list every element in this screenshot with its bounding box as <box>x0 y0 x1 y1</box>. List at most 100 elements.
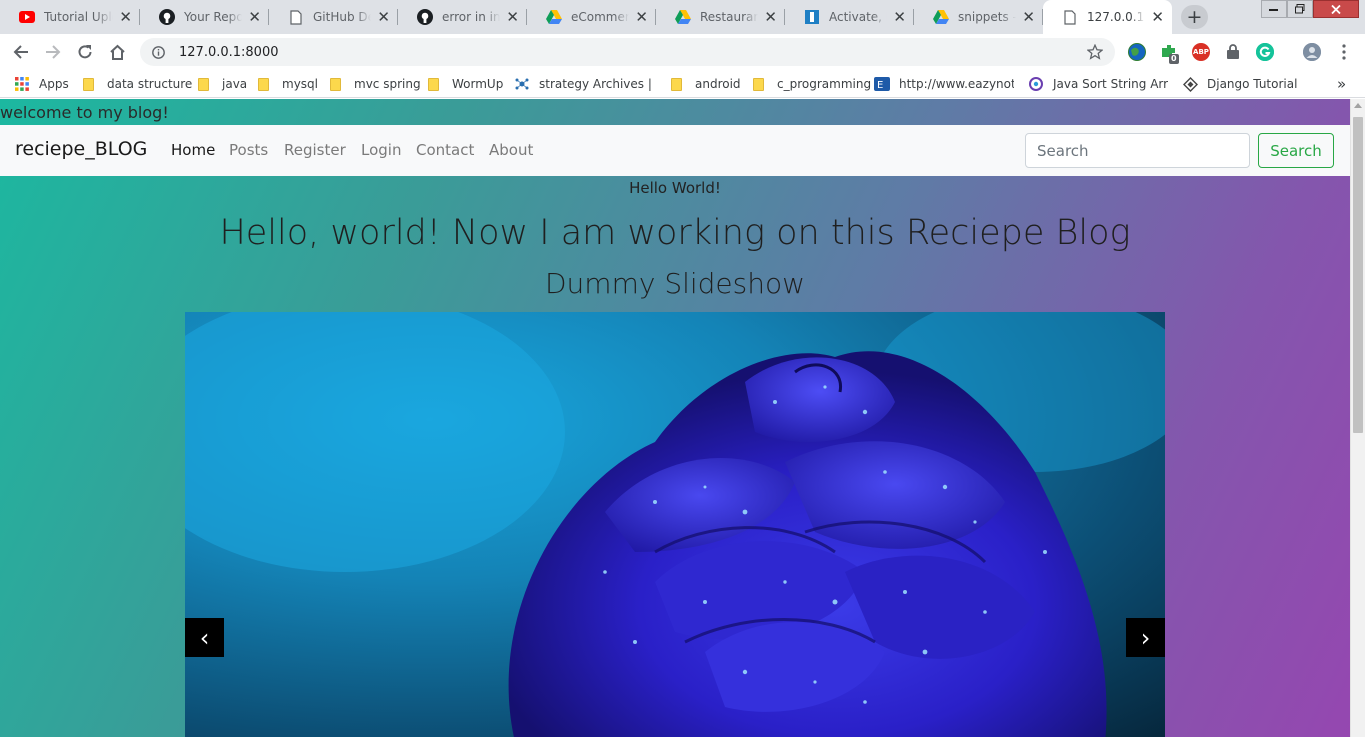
close-tab-icon[interactable]: ✕ <box>248 9 261 25</box>
tab-title: Tutorial Uploading <box>44 10 113 24</box>
globe-extension-icon[interactable] <box>1128 43 1146 61</box>
apps-grid-icon <box>14 76 30 92</box>
address-text: 127.0.0.1:8000 <box>179 44 279 60</box>
bookmarks-overflow-button[interactable]: » <box>1337 75 1346 93</box>
maximize-window-button[interactable] <box>1287 0 1313 18</box>
scrollbar-thumb[interactable] <box>1353 117 1363 433</box>
site-navbar: reciepe_BLOG Home Posts Register Login C… <box>0 125 1350 176</box>
site-icon <box>1028 76 1044 92</box>
bookmark-label: Java Sort String Array <box>1053 77 1168 91</box>
close-tab-icon[interactable]: ✕ <box>1151 9 1164 25</box>
nav-link-home[interactable]: Home <box>171 141 215 159</box>
puzzle-extension-icon[interactable]: 0 <box>1160 43 1179 64</box>
navbar-brand[interactable]: reciepe_BLOG <box>15 138 147 160</box>
profile-avatar-icon[interactable] <box>1303 43 1321 61</box>
close-tab-icon[interactable]: ✕ <box>119 9 132 25</box>
bookmark-label: java <box>222 77 248 91</box>
bookmark-label: Apps <box>39 77 69 91</box>
browser-tab-strip: Tutorial Uploading ✕ Your Repositories ✕… <box>0 0 1365 34</box>
document-icon <box>1062 9 1078 25</box>
browser-tab[interactable]: snippets - G ✕ <box>914 0 1043 34</box>
menu-kebab-icon[interactable] <box>1335 43 1353 61</box>
info-icon[interactable] <box>152 45 165 59</box>
bookmark-folder[interactable]: android <box>671 75 741 93</box>
nav-link-posts[interactable]: Posts <box>229 141 268 159</box>
search-button[interactable]: Search <box>1258 133 1334 168</box>
address-bar[interactable]: 127.0.0.1:8000 <box>140 38 1115 66</box>
folder-icon <box>671 77 682 91</box>
bookmark-star-icon[interactable] <box>1087 44 1103 60</box>
folder-icon <box>753 77 764 91</box>
scroll-up-arrow-icon[interactable] <box>1354 103 1362 108</box>
bookmark-label: data structure <box>107 77 193 91</box>
hello-text: Hello World! <box>629 179 721 197</box>
bookmark-folder[interactable]: mvc spring <box>330 75 421 93</box>
browser-tab[interactable]: Tutorial Uploading ✕ <box>0 0 140 34</box>
site-icon <box>514 76 530 92</box>
bookmark-folder[interactable]: data structure <box>83 75 192 93</box>
tab-title: snippets - G <box>958 10 1016 24</box>
nav-link-register[interactable]: Register <box>284 141 346 159</box>
youtube-icon <box>19 9 35 25</box>
carousel-image-rose <box>185 312 1165 737</box>
site-icon: E <box>874 76 890 92</box>
close-tab-icon[interactable]: ✕ <box>635 9 648 25</box>
reload-button[interactable] <box>73 40 97 64</box>
carousel-next-button[interactable]: › <box>1126 618 1165 657</box>
bookmark-label: mvc spring <box>354 77 421 91</box>
page-viewport: welcome to my blog! reciepe_BLOG Home Po… <box>0 99 1350 737</box>
tab-title: error in install <box>442 10 501 24</box>
nav-link-login[interactable]: Login <box>361 141 401 159</box>
home-button[interactable] <box>105 40 129 64</box>
page-scrollbar[interactable] <box>1350 99 1365 737</box>
bookmark-folder[interactable]: c_programming <box>753 75 871 93</box>
browser-tab[interactable]: Restaurant ✕ <box>656 0 785 34</box>
close-window-button[interactable] <box>1313 0 1359 18</box>
bookmark-label: android <box>695 77 741 91</box>
back-button[interactable] <box>9 40 33 64</box>
bookmark-label: strategy Archives | Ex <box>539 77 654 91</box>
bookmark-label: WormUp <box>452 77 504 91</box>
lock-extension-icon[interactable] <box>1224 43 1242 61</box>
folder-icon <box>258 77 269 91</box>
browser-tab[interactable]: eCommerce ✕ <box>527 0 656 34</box>
site-icon <box>804 9 820 25</box>
bookmark-folder[interactable]: WormUp <box>428 75 503 93</box>
bookmark-folder[interactable]: mysql <box>258 75 318 93</box>
reload-icon <box>78 45 92 59</box>
nav-link-contact[interactable]: Contact <box>416 141 474 159</box>
browser-tab[interactable]: GitHub Desktop ✕ <box>269 0 398 34</box>
close-tab-icon[interactable]: ✕ <box>506 9 519 25</box>
search-input[interactable] <box>1025 133 1250 168</box>
close-tab-icon[interactable]: ✕ <box>764 9 777 25</box>
browser-tab[interactable]: error in install ✕ <box>398 0 527 34</box>
grammarly-icon[interactable] <box>1256 43 1274 61</box>
folder-icon <box>428 77 439 91</box>
page-heading: Hello, world! Now I am working on this R… <box>219 213 1131 253</box>
bookmark-link[interactable]: E http://www.eazynotes <box>874 75 1014 93</box>
carousel-prev-button[interactable]: ‹ <box>185 618 224 657</box>
tab-title: Activate, Re <box>829 10 887 24</box>
close-tab-icon[interactable]: ✕ <box>1022 9 1035 25</box>
browser-toolbar: 127.0.0.1:8000 0 ABP <box>0 34 1365 70</box>
browser-tab[interactable]: Your Repositories ✕ <box>140 0 269 34</box>
bookmark-link[interactable]: strategy Archives | Ex <box>514 75 654 93</box>
browser-tab-active[interactable]: 127.0.0.1:8000 ✕ <box>1043 0 1172 34</box>
nav-link-about[interactable]: About <box>489 141 533 159</box>
bookmark-link[interactable]: Django Tutorial <box>1182 75 1297 93</box>
carousel: ‹ › <box>185 312 1165 737</box>
google-drive-icon <box>675 9 691 25</box>
minimize-window-button[interactable] <box>1261 0 1287 18</box>
bookmark-apps[interactable]: Apps <box>14 75 69 93</box>
bookmark-label: http://www.eazynotes <box>899 77 1014 91</box>
browser-tab[interactable]: Activate, Re ✕ <box>785 0 914 34</box>
document-icon <box>288 9 304 25</box>
adblock-plus-icon[interactable]: ABP <box>1192 43 1210 61</box>
close-tab-icon[interactable]: ✕ <box>893 9 906 25</box>
close-tab-icon[interactable]: ✕ <box>377 9 390 25</box>
new-tab-button[interactable]: + <box>1181 5 1208 29</box>
forward-button[interactable] <box>41 40 65 64</box>
github-icon <box>417 9 433 25</box>
bookmark-link[interactable]: Java Sort String Array <box>1028 75 1168 93</box>
bookmark-folder[interactable]: java <box>198 75 247 93</box>
